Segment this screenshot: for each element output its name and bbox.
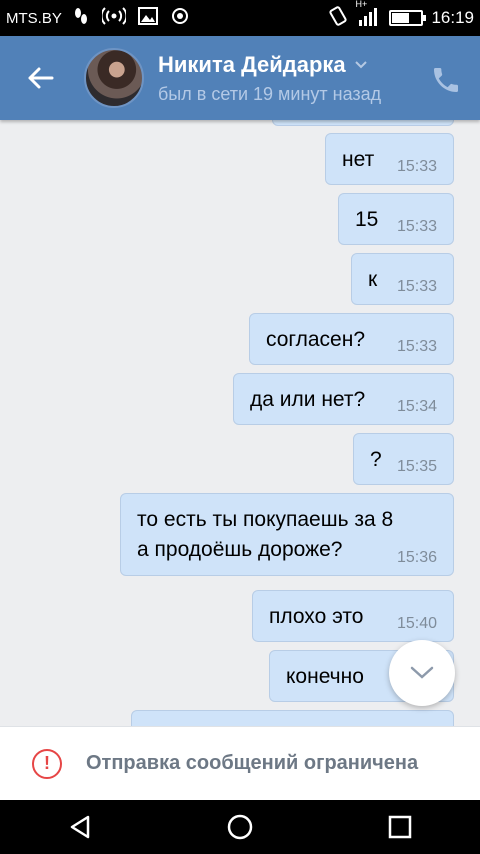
status-bar: MTS.BY H+ 16:19 <box>0 0 480 36</box>
battery-icon <box>389 10 427 26</box>
message-text: да или нет? <box>250 388 366 411</box>
restriction-label: Отправка сообщений ограничена <box>86 752 419 774</box>
message-time: 15:33 <box>396 158 437 175</box>
call-button[interactable] <box>430 64 462 96</box>
message-time: 15:40 <box>396 615 437 632</box>
vibrate-icon <box>329 6 348 30</box>
navigation-bar <box>0 800 480 854</box>
message-bubble[interactable]: к 15:33 <box>351 253 454 305</box>
message-text: нет <box>342 148 375 171</box>
network-type-label: H+ <box>355 0 368 9</box>
phone-icon <box>434 68 458 92</box>
warning-icon: ! <box>32 748 62 779</box>
message-text: к <box>368 268 378 291</box>
clock: 16:19 <box>431 8 474 27</box>
message-bubble[interactable]: плохо это 15:40 <box>252 590 454 642</box>
message-time: 15:33 <box>396 278 437 295</box>
nav-back-button[interactable] <box>50 800 110 854</box>
message-bubble-partial[interactable] <box>131 710 454 726</box>
message-text: ? <box>370 448 382 471</box>
nav-recents-button[interactable] <box>370 800 430 854</box>
message-bubble[interactable]: нет 15:33 <box>325 133 454 185</box>
last-seen-status: был в сети 19 минут назад <box>158 83 382 104</box>
battery-level <box>392 13 409 23</box>
message-bubble[interactable]: то есть ты покупаешь за 8 а продоёшь дор… <box>120 493 454 576</box>
contact-name: Никита Дейдарка <box>158 51 346 77</box>
chevron-down-icon <box>410 666 434 679</box>
scroll-to-bottom-button[interactable] <box>389 640 455 706</box>
message-time: 15:36 <box>396 549 437 566</box>
message-bubble[interactable]: согласен? 15:33 <box>249 313 454 365</box>
message-bubble[interactable]: да или нет? 15:34 <box>233 373 454 425</box>
avatar[interactable] <box>84 48 144 108</box>
home-icon <box>227 814 253 840</box>
message-bubble[interactable]: 15 15:33 <box>338 193 454 245</box>
nav-home-button[interactable] <box>210 800 270 854</box>
message-bubble-partial[interactable] <box>272 120 454 126</box>
chat-header: Никита Дейдарка был в сети 19 минут наза… <box>0 36 480 120</box>
back-icon <box>70 815 90 839</box>
message-text: 15 <box>355 208 379 231</box>
chat-title-block[interactable]: Никита Дейдарка был в сети 19 минут наза… <box>158 52 408 105</box>
message-text: то есть ты покупаешь за 8 а продоёшь дор… <box>137 508 394 561</box>
message-time: 15:35 <box>396 458 437 475</box>
carrier-label: MTS.BY <box>6 9 62 27</box>
message-time: 15:33 <box>396 218 437 235</box>
hotspot-icon <box>100 7 128 29</box>
chevron-down-icon <box>354 57 368 73</box>
message-text: конечно <box>286 665 364 688</box>
message-text: плохо это <box>269 605 364 628</box>
message-text: согласен? <box>266 328 366 351</box>
footprint-icon <box>72 6 90 30</box>
message-time: 15:34 <box>396 398 437 415</box>
message-list[interactable]: нет 15:33 15 15:33 к 15:33 согласен? 15:… <box>0 120 480 726</box>
back-button[interactable] <box>0 36 80 120</box>
image-icon <box>137 7 158 29</box>
message-time: 15:33 <box>396 338 437 355</box>
sync-icon <box>170 6 190 30</box>
message-bubble[interactable]: ? 15:35 <box>353 433 454 485</box>
messaging-restricted-bar: ! Отправка сообщений ограничена <box>0 726 480 800</box>
recents-icon <box>388 815 412 839</box>
arrow-left-icon <box>28 67 54 89</box>
signal-icon: H+ <box>355 0 379 30</box>
